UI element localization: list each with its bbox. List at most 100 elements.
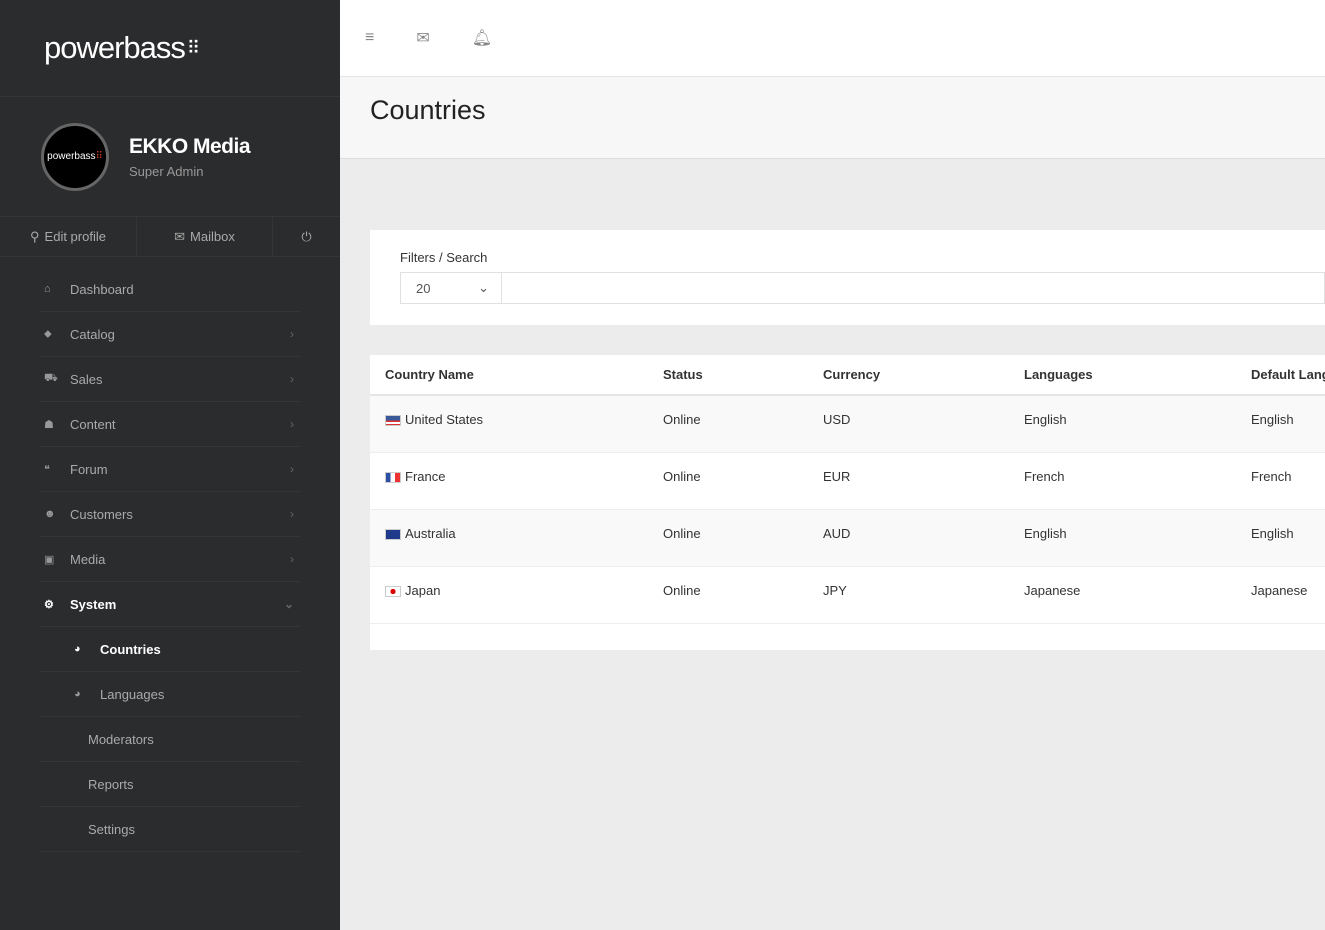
- cart-icon: ⛟: [44, 372, 58, 384]
- default-language: English: [1251, 526, 1294, 541]
- sidebar-subitem-countries[interactable]: ◕ Countries: [40, 627, 300, 672]
- table-row[interactable]: Japan Online JPY Japanese Japanese: [370, 567, 1325, 624]
- flag-jp-icon: [385, 586, 401, 597]
- sidebar-item-media[interactable]: ▣ Media ›: [40, 537, 300, 582]
- header-default-language[interactable]: Default Language: [1251, 367, 1325, 382]
- languages: Japanese: [1024, 583, 1081, 598]
- users-icon: ☻: [44, 508, 56, 520]
- power-icon: ⏻: [301, 228, 312, 244]
- per-page-select[interactable]: 20 ⌄: [400, 272, 502, 304]
- home-icon: ⌂: [44, 283, 51, 295]
- sidebar-item-label: Catalog: [70, 326, 115, 342]
- sidebar-item-dashboard[interactable]: ⌂ Dashboard: [40, 267, 300, 312]
- sidebar-item-label: Forum: [70, 461, 108, 477]
- user-icon: ⚲: [30, 228, 40, 244]
- table-row[interactable]: United States Online USD English English: [370, 396, 1325, 453]
- chevron-icon: ›: [290, 462, 294, 476]
- edit-profile-label: Edit profile: [44, 229, 106, 244]
- profile: powerbass ⠿ EKKO Media Super Admin: [0, 97, 340, 217]
- languages: French: [1024, 469, 1065, 484]
- sidebar-item-content[interactable]: ☗ Content ›: [40, 402, 300, 447]
- sidebar-item-label: Sales: [70, 371, 103, 387]
- avatar-text: powerbass: [47, 151, 96, 162]
- country-name[interactable]: France: [405, 469, 445, 509]
- currency: JPY: [823, 583, 847, 598]
- per-page-value: 20: [416, 280, 431, 296]
- currency: AUD: [823, 526, 851, 541]
- sidebar-subitem-label: Countries: [100, 641, 161, 657]
- country-name[interactable]: Australia: [405, 526, 456, 566]
- logo[interactable]: powerbass ⠿: [0, 0, 340, 97]
- chevron-icon: ›: [290, 417, 294, 431]
- envelope-icon[interactable]: ✉: [416, 28, 429, 48]
- globe-icon: ◕: [74, 643, 81, 655]
- table-header: Country Name Status Currency Languages D…: [370, 355, 1325, 396]
- sidebar-item-catalog[interactable]: ⬥ Catalog ›: [40, 312, 300, 357]
- flag-us-icon: [385, 415, 401, 426]
- header-languages[interactable]: Languages: [1024, 367, 1251, 382]
- sidebar-subitem-label: Settings: [88, 821, 135, 837]
- page-header: Countries: [340, 77, 1325, 159]
- sidebar-item-label: Dashboard: [70, 281, 134, 297]
- header-status[interactable]: Status: [663, 367, 823, 382]
- default-language: French: [1251, 469, 1292, 484]
- envelope-icon: ✉: [174, 228, 186, 244]
- sidebar-item-label: Customers: [70, 506, 133, 522]
- sidebar-item-forum[interactable]: ❝ Forum ›: [40, 447, 300, 492]
- languages: English: [1024, 526, 1067, 541]
- logo-text: powerbass: [44, 30, 186, 65]
- status: Online: [663, 412, 701, 427]
- profile-name: EKKO Media: [129, 134, 251, 158]
- country-name[interactable]: Japan: [405, 583, 440, 623]
- country-name[interactable]: United States: [405, 412, 483, 452]
- edit-profile-button[interactable]: ⚲ Edit profile: [0, 217, 137, 256]
- logout-button[interactable]: ⏻: [273, 217, 340, 256]
- bell-icon[interactable]: 🔔︎: [472, 28, 492, 48]
- flag-au-icon: [385, 529, 401, 540]
- sidebar-subitem-languages[interactable]: ◕ Languages: [40, 672, 300, 717]
- sidebar-subitem-label: Languages: [100, 686, 165, 702]
- header-currency[interactable]: Currency: [823, 367, 1024, 382]
- currency: USD: [823, 412, 851, 427]
- topbar: ≡ ✉ 🔔︎: [340, 0, 1325, 77]
- sidebar-subitem-label: Reports: [88, 776, 134, 792]
- sidebar-item-label: Content: [70, 416, 116, 432]
- currency: EUR: [823, 469, 851, 484]
- countries-table: Country Name Status Currency Languages D…: [370, 355, 1325, 650]
- filters-panel: Filters / Search 20 ⌄: [370, 230, 1325, 325]
- mailbox-label: Mailbox: [190, 229, 235, 244]
- sidebar-nav: ⌂ Dashboard ⬥ Catalog › ⛟ Sales › ☗ Content › ❝ Foru…: [0, 257, 300, 852]
- chevron-icon: ›: [290, 507, 294, 521]
- sidebar-subitem-label: Moderators: [88, 731, 154, 747]
- sidebar-item-system[interactable]: ⚙ System ⌄: [40, 582, 300, 627]
- chevron-icon: ›: [290, 327, 294, 341]
- images-icon: ▣: [44, 553, 55, 566]
- chevron-icon: ›: [290, 372, 294, 386]
- sidebar-item-sales[interactable]: ⛟ Sales ›: [40, 357, 300, 402]
- globe-icon: ◕: [74, 688, 81, 700]
- table-row[interactable]: Australia Online AUD English English: [370, 510, 1325, 567]
- flag-fr-icon: [385, 472, 401, 483]
- table-row[interactable]: France Online EUR French French: [370, 453, 1325, 510]
- mailbox-button[interactable]: ✉ Mailbox: [137, 217, 273, 256]
- sidebar-subitem-reports[interactable]: Reports: [40, 762, 300, 807]
- languages: English: [1024, 412, 1067, 427]
- search-input[interactable]: [502, 272, 1325, 304]
- status: Online: [663, 469, 701, 484]
- header-country-name[interactable]: Country Name: [370, 367, 663, 382]
- sidebar-item-label: Media: [70, 551, 106, 567]
- logo-dots: ⠿: [186, 37, 201, 58]
- default-language: English: [1251, 412, 1294, 427]
- status: Online: [663, 526, 701, 541]
- page-title: Countries: [370, 95, 486, 125]
- gears-icon: ⚙: [44, 598, 54, 611]
- chevron-down-icon: ⌄: [478, 280, 489, 295]
- menu-toggle-icon[interactable]: ≡: [365, 29, 374, 47]
- sidebar-item-label: System: [70, 596, 117, 612]
- sidebar-subitem-moderators[interactable]: Moderators: [40, 717, 300, 762]
- sidebar-subitem-settings[interactable]: Settings: [40, 807, 300, 852]
- sidebar-item-customers[interactable]: ☻ Customers ›: [40, 492, 300, 537]
- chevron-icon: ⌄: [283, 597, 294, 611]
- chevron-icon: ›: [290, 552, 294, 566]
- profile-role: Super Admin: [129, 163, 204, 179]
